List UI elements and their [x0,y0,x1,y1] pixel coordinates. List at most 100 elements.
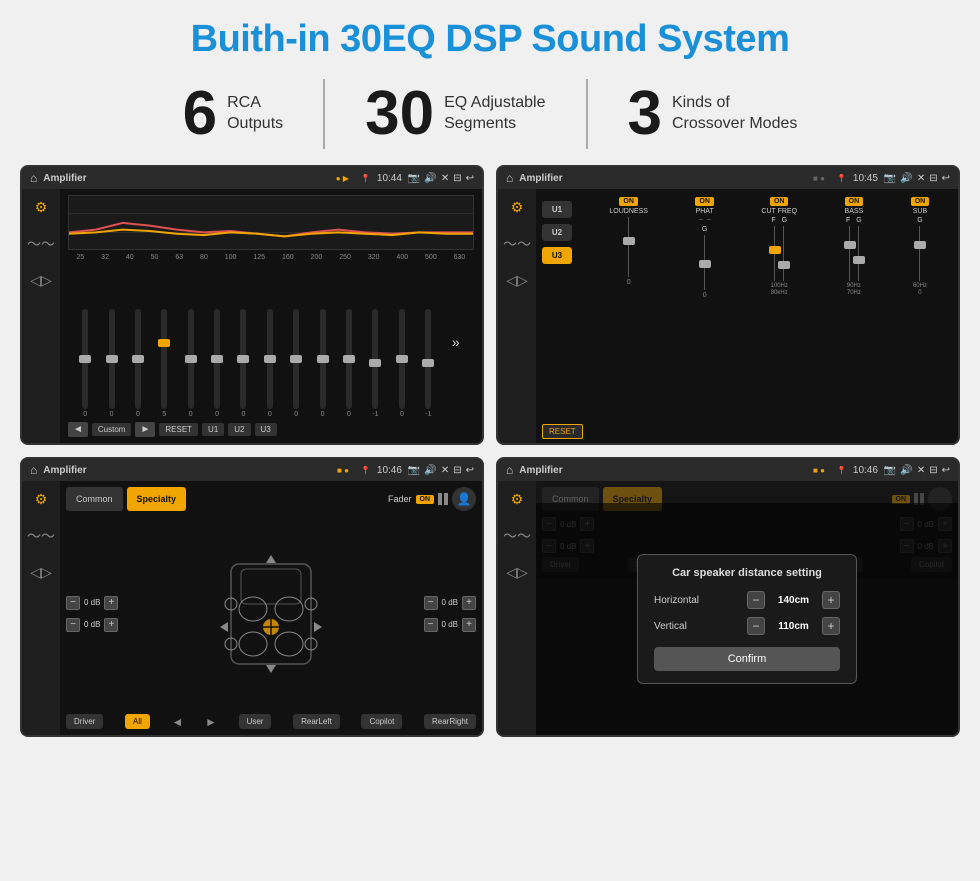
loudness-slider[interactable] [628,217,629,277]
eq-slider-10[interactable]: 0 [320,309,326,418]
fader-layout: − 0 dB + − 0 dB + [66,517,476,710]
bass-slider-g[interactable] [858,226,859,281]
eq-next-button[interactable]: ► [135,422,155,437]
all-button[interactable]: All [125,714,150,729]
driver-button[interactable]: Driver [66,714,103,729]
eq-sidebar-wave-icon[interactable]: 〜〜 [27,234,55,254]
bass-slider-f[interactable] [849,226,850,281]
distance-dot: ■ ● [813,466,825,475]
fader-sidebar-filter-icon[interactable]: ⚙ [35,491,48,508]
preset-u1-button[interactable]: U1 [542,201,572,218]
volume-icon: 🔊 [424,173,436,184]
eq-slider-5[interactable]: 0 [188,309,194,418]
eq-slider-13[interactable]: 0 [399,309,405,418]
preset-u3-button[interactable]: U3 [542,247,572,264]
eq-sliders: 0 0 0 5 0 0 0 0 0 0 0 -1 0 -1 » [68,265,474,418]
eq-slider-4[interactable]: 5 [161,309,167,418]
distance-sidebar-wave-icon[interactable]: 〜〜 [503,526,531,546]
vertical-minus-button[interactable]: − [747,617,765,635]
distance-home-icon: ⌂ [506,463,513,477]
eq-slider-3[interactable]: 0 [135,309,141,418]
fader-settings-symbol: 👤 [457,492,472,506]
eq-slider-1[interactable]: 0 [82,309,88,418]
eq-more-icon[interactable]: » [452,334,460,350]
horizontal-plus-button[interactable]: + [822,591,840,609]
eq-custom-button[interactable]: Custom [92,423,132,436]
distance-back-icon: ↩ [942,465,950,476]
eq-slider-7[interactable]: 0 [240,309,246,418]
fader-tab-common[interactable]: Common [66,487,123,511]
back-icon: ↩ [466,173,474,184]
vol-minus-2[interactable]: − [66,618,80,632]
crossover-reset-button[interactable]: RESET [542,424,583,439]
dialog-title: Car speaker distance setting [654,567,840,579]
vertical-row: Vertical − 110cm + [654,617,840,635]
sub-slider[interactable] [919,226,920,281]
stat-eq: 30 EQ AdjustableSegments [325,83,585,145]
copilot-button[interactable]: Copilot [361,714,402,729]
eq-slider-12[interactable]: -1 [372,309,378,418]
vol-plus-4[interactable]: + [462,618,476,632]
eq-reset-button[interactable]: RESET [159,423,198,436]
cutfreq-label: CUT FREQ [761,208,797,215]
fader-sidebar-wave-icon[interactable]: 〜〜 [27,526,55,546]
eq-slider-2[interactable]: 0 [109,309,115,418]
fader-settings-icon[interactable]: 👤 [452,487,476,511]
main-title: Buith-in 30EQ DSP Sound System [191,18,790,61]
confirm-button[interactable]: Confirm [654,647,840,671]
fader-header-icons: 📷 🔊 ✕ ⊟ ↩ [408,465,474,476]
distance-sidebar-filter-icon[interactable]: ⚙ [511,491,524,508]
vertical-plus-button[interactable]: + [822,617,840,635]
crossover-sidebar-wave-icon[interactable]: 〜〜 [503,234,531,254]
eq-sidebar-filter-icon[interactable]: ⚙ [35,199,48,216]
eq-slider-8[interactable]: 0 [267,309,273,418]
crossover-sidebar-speaker-icon[interactable]: ◁▷ [506,272,528,289]
eq-slider-9[interactable]: 0 [293,309,299,418]
fader-tab-specialty[interactable]: Specialty [127,487,187,511]
rearleft-button[interactable]: RearLeft [293,714,340,729]
vol-row-1: − 0 dB + [66,596,118,610]
close-icon: ✕ [441,173,449,184]
bass-on-badge: ON [845,197,864,206]
cutfreq-slider-g[interactable] [783,226,784,281]
rearright-button[interactable]: RearRight [424,714,476,729]
stat-crossover-number: 3 [628,83,662,145]
horizontal-minus-button[interactable]: − [747,591,765,609]
crossover-home-icon: ⌂ [506,171,513,185]
distance-sidebar-speaker-icon[interactable]: ◁▷ [506,564,528,581]
eq-u1-button[interactable]: U1 [202,423,224,436]
crossover-sidebar-filter-icon[interactable]: ⚙ [511,199,524,216]
cutfreq-slider-f[interactable] [774,226,775,281]
eq-sidebar-speaker-icon[interactable]: ◁▷ [30,272,52,289]
vertical-value: 110cm [771,621,816,632]
distance-close-icon: ✕ [917,465,925,476]
eq-u3-button[interactable]: U3 [255,423,277,436]
crossover-header-title: Amplifier [519,173,807,184]
fader-camera-icon: 📷 [408,465,420,476]
vol-plus-3[interactable]: + [462,596,476,610]
eq-slider-6[interactable]: 0 [214,309,220,418]
vol-plus-1[interactable]: + [104,596,118,610]
preset-u2-button[interactable]: U2 [542,224,572,241]
bass-thumb-g [853,256,865,264]
vol-minus-3[interactable]: − [424,596,438,610]
eq-u2-button[interactable]: U2 [228,423,250,436]
phat-g-label: G [702,226,707,233]
eq-prev-button[interactable]: ◄ [68,422,88,437]
phat-slider[interactable] [704,235,705,290]
car-diagram-svg [211,549,331,679]
user-button[interactable]: User [239,714,272,729]
distance-screen-header: ⌂ Amplifier ■ ● 📍 10:46 📷 🔊 ✕ ⊟ ↩ [498,459,958,481]
crossover-minimize-icon: ⊟ [929,173,937,184]
eq-slider-14[interactable]: -1 [425,309,431,418]
eq-screen-header: ⌂ Amplifier ● ▶ 📍 10:44 📷 🔊 ✕ ⊟ ↩ [22,167,482,189]
eq-slider-11[interactable]: 0 [346,309,352,418]
fader-sidebar-speaker-icon[interactable]: ◁▷ [30,564,52,581]
loudness-thumb [623,237,635,245]
vol-plus-2[interactable]: + [104,618,118,632]
fader-home-icon: ⌂ [30,463,37,477]
vol-minus-4[interactable]: − [424,618,438,632]
sub-g-label: G [917,217,922,224]
vol-minus-1[interactable]: − [66,596,80,610]
fader-on-badge: ON [416,495,435,504]
